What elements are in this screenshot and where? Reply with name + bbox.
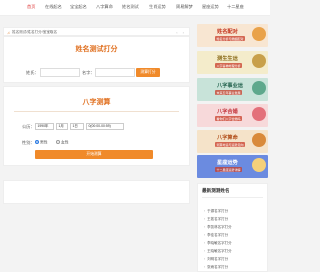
- name-test-title: 姓名测试打分: [75, 46, 118, 53]
- nav-item-bazi[interactable]: 八字算命: [96, 4, 113, 10]
- promo-banner[interactable]: 八字算命 测算命运与运势走向: [197, 130, 268, 153]
- list-item[interactable]: 于源名字打分: [204, 209, 228, 214]
- nav-item-online-naming[interactable]: 在线起名: [45, 4, 62, 10]
- promo-banner[interactable]: 姓名配对 姓名分析与婚姻配对: [197, 24, 268, 47]
- banner-subtitle: 测算命运与运势走向: [215, 142, 246, 148]
- banner-title: 八字合婚: [217, 109, 238, 115]
- gender-label: 性别：: [22, 140, 35, 145]
- hour-select[interactable]: 0(00:00-00:59): [86, 123, 124, 130]
- banner-illustration: [252, 27, 266, 41]
- banner-illustration: [252, 107, 266, 121]
- top-nav: 首页 在线起名 宝宝起名 八字算命 姓名测试 生肖运势 周易解梦 星座运势 十二…: [0, 0, 270, 16]
- gender-male-radio[interactable]: 男性: [35, 140, 48, 146]
- given-name-label: 名字：: [82, 70, 95, 75]
- latest-names-heading: 最新测测姓名: [202, 188, 230, 193]
- list-item[interactable]: 李佳名字打分: [204, 233, 228, 238]
- list-item[interactable]: 王晓敏名字打分: [204, 249, 232, 254]
- start-calculate-button[interactable]: 开始测算: [35, 150, 153, 159]
- banner-title: 八字算命: [217, 135, 238, 141]
- banner-subtitle: 看你们八字合婚吗: [215, 116, 243, 122]
- banner-subtitle: 姓名分析与婚姻配对: [215, 36, 246, 42]
- nav-item-baby-naming[interactable]: 宝宝起名: [70, 4, 87, 10]
- promo-banner[interactable]: 八字事业运 未来五年事业发展: [197, 78, 268, 101]
- name-test-card: 姓名测试打分 姓氏： 名字： 测算打分: [3, 36, 190, 83]
- banner-title: 八字事业运: [217, 83, 243, 89]
- birth-date-label: 公历：: [22, 124, 35, 129]
- banner-subtitle: 八字喜神命理分析: [215, 63, 243, 69]
- promo-banner[interactable]: 八字合婚 看你们八字合婚吗: [197, 104, 268, 127]
- surname-input[interactable]: [40, 68, 80, 77]
- nav-item-constellations[interactable]: 十二星座: [227, 4, 244, 10]
- content-strip: [3, 180, 190, 204]
- banner-illustration: [252, 133, 266, 147]
- year-select[interactable]: 1990年: [35, 123, 54, 130]
- banner-illustration: [252, 54, 266, 68]
- banner-illustration: [252, 158, 266, 172]
- gender-female-radio[interactable]: 女性: [56, 140, 69, 146]
- latest-names-list: 最新测测姓名 于源名字打分 王茗名字打分 李凯林名字打分 李佳名字打分 李晓敏名…: [197, 183, 268, 272]
- notice-bar: ♫ 姓名测试/姓名打分/宝宝取名 ‹ ›: [3, 27, 190, 36]
- nav-item-zodiac[interactable]: 生肖运势: [149, 4, 166, 10]
- list-item[interactable]: 李晓敏名字打分: [204, 241, 232, 246]
- notice-text: 姓名测试/姓名打分/宝宝取名: [12, 30, 58, 34]
- day-select[interactable]: 1日: [70, 123, 84, 130]
- divider: [202, 197, 263, 198]
- month-select[interactable]: 1月: [56, 123, 68, 130]
- notice-arrows[interactable]: ‹ ›: [176, 30, 186, 35]
- banner-title: 星座运势: [217, 160, 238, 166]
- banner-subtitle: 未来五年事业发展: [215, 90, 243, 96]
- banner-subtitle: 十二星座运势详解: [215, 167, 243, 173]
- list-item[interactable]: 张雨名字打分: [204, 265, 228, 270]
- list-item[interactable]: 李凯林名字打分: [204, 225, 232, 230]
- list-item[interactable]: 刘明名字打分: [204, 257, 228, 262]
- bell-icon: ♫: [7, 29, 10, 35]
- nav-item-horoscope[interactable]: 星座运势: [202, 4, 219, 10]
- promo-banner[interactable]: 测生生运 八字喜神命理分析: [197, 51, 268, 74]
- surname-label: 姓氏：: [26, 70, 39, 75]
- bazi-title: 八字测算: [82, 99, 111, 106]
- divider: [14, 111, 179, 112]
- promo-banner[interactable]: 星座运势 十二星座运势详解: [197, 155, 268, 178]
- nav-item-name-test[interactable]: 姓名测试: [122, 4, 139, 10]
- score-button[interactable]: 测算打分: [136, 68, 160, 77]
- nav-item-home[interactable]: 首页: [27, 4, 35, 10]
- bazi-card: 八字测算 公历： 1990年 1月 1日 0(00:00-00:59) 性别： …: [3, 86, 190, 166]
- given-name-input[interactable]: [95, 68, 135, 77]
- banner-title: 测生生运: [217, 56, 238, 62]
- list-item[interactable]: 王茗名字打分: [204, 217, 228, 222]
- nav-item-dream[interactable]: 周易解梦: [176, 4, 193, 10]
- banner-illustration: [252, 81, 266, 95]
- banner-title: 姓名配对: [217, 29, 238, 35]
